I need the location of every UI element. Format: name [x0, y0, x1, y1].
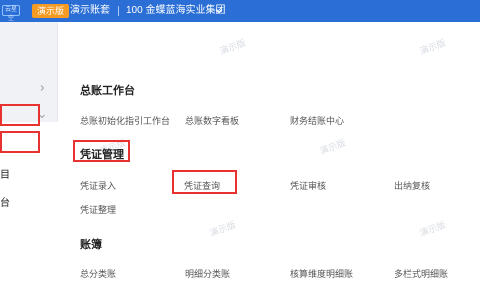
link-voucher-entry[interactable]: 凭证录入 [80, 179, 116, 192]
link-voucher-organize[interactable]: 凭证整理 [80, 203, 116, 216]
link-cashier-recheck[interactable]: 出纳复核 [394, 179, 430, 192]
link-general-ledger[interactable]: 总分类账 [80, 267, 116, 280]
chevron-down-icon[interactable] [214, 6, 224, 16]
header-divider [118, 6, 119, 16]
organization-selector[interactable]: 100 金蝶蓝海实业集团 [126, 5, 225, 17]
product-logo-badge: 云星空 [2, 5, 20, 22]
link-ledger-digital-board[interactable]: 总账数字看板 [185, 114, 239, 127]
link-dimension-detail-ledger[interactable]: 核算维度明细账 [290, 267, 353, 280]
account-set-label[interactable]: 演示账套 [70, 5, 110, 17]
watermark-text: 演示版 [418, 37, 448, 57]
link-multi-column-ledger[interactable]: 多栏式明细账 [394, 267, 448, 280]
chevron-right-icon[interactable] [38, 84, 46, 92]
link-detailed-ledger[interactable]: 明细分类账 [185, 267, 230, 280]
watermark-text: 演示版 [208, 219, 238, 239]
link-voucher-review[interactable]: 凭证审核 [290, 179, 326, 192]
link-financial-closing-center[interactable]: 财务结账中心 [290, 114, 344, 127]
highlight-box-sidebar-menu [0, 104, 40, 126]
watermark-text: 演示版 [418, 219, 448, 239]
sidebar-item-label[interactable]: 目 [0, 166, 10, 181]
section-title-ledgers: 账簿 [80, 239, 102, 251]
sidebar-item-label[interactable]: 台 [0, 194, 10, 209]
demo-version-tag: 演示版 [32, 4, 70, 18]
highlight-box-sidebar-submenu [0, 131, 40, 153]
watermark-text: 演示版 [318, 137, 348, 157]
highlight-box-voucher-query [172, 170, 237, 194]
highlight-box-voucher-management [73, 140, 130, 162]
top-header-bar: 云星空 演示版 演示账套 100 金蝶蓝海实业集团 [0, 0, 480, 22]
link-ledger-init-guide[interactable]: 总账初始化指引工作台 [80, 114, 170, 127]
section-title-ledger-workbench: 总账工作台 [80, 85, 135, 97]
watermark-text: 演示版 [218, 37, 248, 57]
